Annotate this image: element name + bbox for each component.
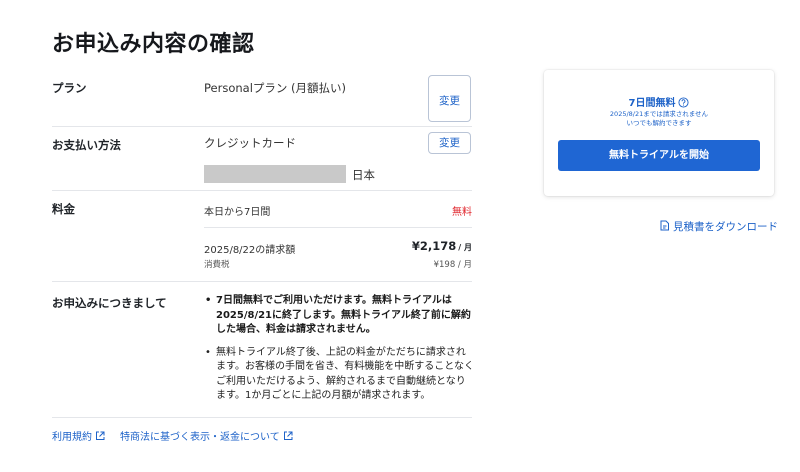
document-icon bbox=[660, 220, 669, 231]
trial-title: 7日間無料 bbox=[544, 94, 774, 109]
start-free-trial-button[interactable]: 無料トライアルを開始 bbox=[558, 140, 760, 171]
change-plan-button[interactable]: 変更 bbox=[428, 75, 471, 122]
divider bbox=[52, 190, 472, 191]
download-quote-link[interactable]: 見積書をダウンロード bbox=[659, 219, 778, 234]
trial-period-label: 本日から7日間 bbox=[204, 207, 271, 218]
payment-method: クレジットカード bbox=[204, 136, 296, 150]
change-payment-label: 変更 bbox=[439, 137, 460, 149]
plan-value: Personalプラン (月額払い) bbox=[204, 81, 347, 95]
commercial-law-link[interactable]: 特商法に基づく表示・返金について bbox=[120, 428, 293, 443]
page-title: お申込み内容の確認 bbox=[52, 32, 255, 57]
trial-note-cancel: いつでも解約できます bbox=[626, 119, 692, 127]
notice-item: 無料トライアル終了後、上記の料金がただちに請求されます。お客様の手間を省き、有料… bbox=[204, 346, 474, 404]
billing-date-label: 2025/8/22の請求額 bbox=[204, 245, 296, 256]
trial-period-price: 無料 bbox=[452, 207, 472, 218]
billing-country: 日本 bbox=[352, 168, 375, 182]
divider bbox=[52, 126, 472, 127]
billing-amount-period: / 月 bbox=[458, 243, 472, 252]
external-link-icon bbox=[283, 431, 293, 440]
notice-item: 7日間無料でご利用いただけます。無料トライアルは2025/8/21に終了します。… bbox=[204, 294, 474, 338]
divider bbox=[204, 227, 472, 228]
external-link-icon bbox=[96, 431, 105, 440]
divider bbox=[52, 417, 472, 418]
terms-link-label: 利用規約 bbox=[52, 432, 92, 443]
billing-amount-value: ¥2,178 bbox=[411, 239, 457, 253]
payment-label: お支払い方法 bbox=[52, 138, 121, 152]
billing-amount: ¥2,178/ 月 bbox=[412, 239, 472, 253]
change-payment-button[interactable]: 変更 bbox=[428, 132, 471, 154]
terms-link[interactable]: 利用規約 bbox=[52, 428, 105, 443]
trial-title-text: 7日間無料 bbox=[628, 98, 676, 109]
trial-card: 7日間無料 2025/8/21までは請求されません いつでも解約できます 無料ト… bbox=[544, 70, 774, 196]
tax-amount: ¥198 / 月 bbox=[433, 260, 472, 270]
download-quote-label: 見積書をダウンロード bbox=[673, 221, 778, 233]
commercial-law-link-label: 特商法に基づく表示・返金について bbox=[120, 432, 280, 443]
notice-label: お申込みにつきまして bbox=[52, 296, 167, 310]
trial-note-billing: 2025/8/21までは請求されません bbox=[609, 110, 709, 118]
tax-label: 消費税 bbox=[204, 260, 230, 270]
help-circle-icon[interactable] bbox=[678, 97, 690, 108]
change-plan-label: 変更 bbox=[439, 95, 460, 107]
divider bbox=[52, 281, 472, 282]
fee-label: 料金 bbox=[52, 202, 75, 216]
card-number-redacted bbox=[204, 165, 346, 183]
notice-list: 7日間無料でご利用いただけます。無料トライアルは2025/8/21に終了します。… bbox=[204, 294, 474, 412]
plan-label: プラン bbox=[52, 81, 87, 95]
